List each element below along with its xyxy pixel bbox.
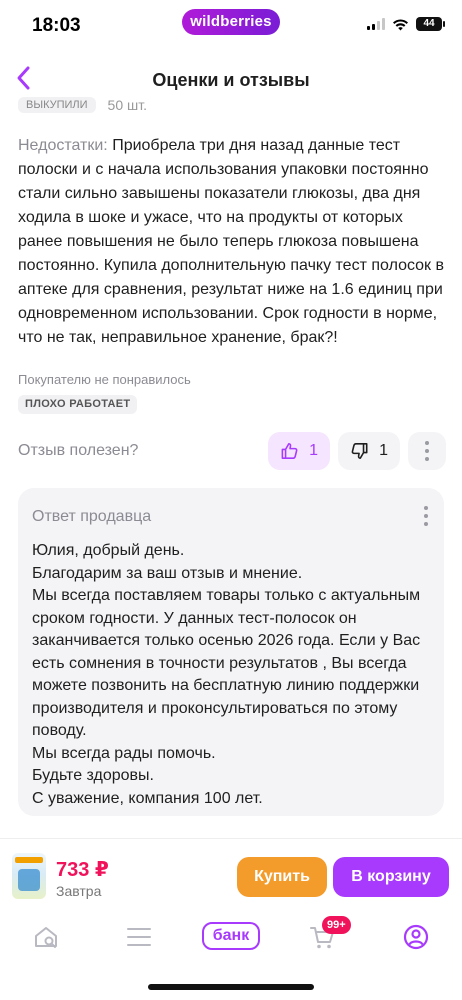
tab-catalog[interactable] xyxy=(121,920,157,954)
seller-reply-line: С уважение, компания 100 лет. xyxy=(32,789,263,807)
profile-icon xyxy=(403,924,429,950)
wifi-icon xyxy=(393,18,408,30)
thumbs-down-icon xyxy=(351,443,368,459)
status-bar: 18:03 wildberries 44 xyxy=(0,0,462,54)
purchase-bar: 733 ₽ Завтра Купить В корзину xyxy=(0,838,462,912)
buy-button[interactable]: Купить xyxy=(237,857,327,897)
more-vertical-icon xyxy=(425,441,429,461)
menu-icon xyxy=(127,928,151,946)
seller-reply-line: Мы всегда поставляем товары только с акт… xyxy=(32,587,421,739)
disliked-note: Покупателю не понравилось xyxy=(18,372,191,387)
seller-reply-line: Будьте здоровы. xyxy=(32,767,154,784)
battery-icon: 44 xyxy=(416,17,445,31)
tab-profile[interactable] xyxy=(398,920,434,954)
dislike-count: 1 xyxy=(379,442,388,459)
helpful-row: Отзыв полезен? 1 1 xyxy=(18,432,446,470)
tab-home[interactable] xyxy=(28,920,64,954)
cart-badge: 99+ xyxy=(322,916,351,934)
review-content[interactable]: выкупили 50 шт. Недостатки: Приобрела тр… xyxy=(0,96,462,838)
helpful-question: Отзыв полезен? xyxy=(18,442,139,459)
review-tag: ПЛОХО РАБОТАЕТ xyxy=(18,395,138,414)
home-search-icon xyxy=(35,927,57,948)
seller-reply-line: Мы всегда рады помочь. xyxy=(32,744,216,762)
tab-bar: банк 99+ xyxy=(0,912,462,962)
cons-label: Недостатки: xyxy=(18,137,108,154)
cons-text: Приобрела три дня назад данные тест поло… xyxy=(18,137,444,346)
bought-chip: выкупили xyxy=(18,97,96,113)
signal-icon xyxy=(367,18,385,30)
like-count: 1 xyxy=(309,442,318,459)
seller-reply-title: Ответ продавца xyxy=(32,508,152,525)
product-thumbnail[interactable] xyxy=(12,853,46,899)
status-icons: 44 xyxy=(367,17,445,31)
dislike-button[interactable]: 1 xyxy=(338,432,400,470)
review-more-button[interactable] xyxy=(408,432,446,470)
more-vertical-icon[interactable] xyxy=(424,506,428,526)
thumbs-up-icon xyxy=(281,443,298,459)
like-button[interactable]: 1 xyxy=(268,432,330,470)
status-time: 18:03 xyxy=(32,15,81,36)
review-cons: Недостатки: Приобрела три дня назад данн… xyxy=(18,134,448,350)
product-price: 733 ₽ xyxy=(56,859,109,881)
page-title: Оценки и отзывы xyxy=(152,70,310,90)
seller-reply-line: Благодарим за ваш отзыв и мнение. xyxy=(32,564,303,582)
add-to-cart-button[interactable]: В корзину xyxy=(333,857,449,897)
seller-reply-line: Юлия, добрый день. xyxy=(32,542,185,559)
seller-reply-card: Ответ продавца Юлия, добрый день. Благод… xyxy=(18,488,444,816)
bought-count: 50 шт. xyxy=(107,97,147,113)
brand-logo: wildberries xyxy=(182,9,280,35)
seller-reply-text: Юлия, добрый день. Благодарим за ваш отз… xyxy=(32,540,432,810)
home-indicator xyxy=(148,984,314,990)
purchase-info-row: выкупили 50 шт. xyxy=(18,96,147,114)
tab-bank[interactable]: банк xyxy=(202,922,260,950)
delivery-date: Завтра xyxy=(56,883,102,899)
